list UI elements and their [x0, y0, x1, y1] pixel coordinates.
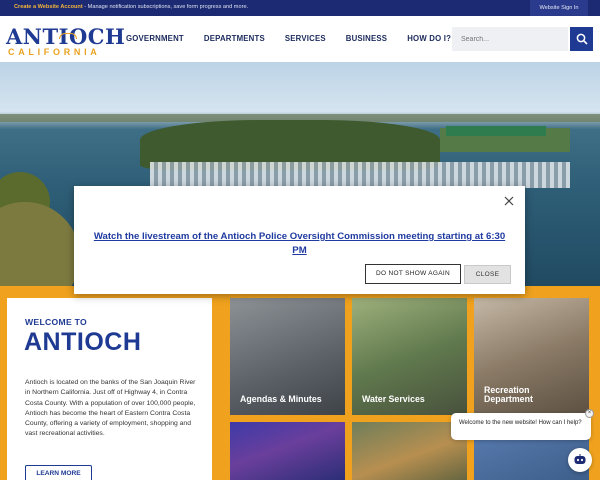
chat-greeting-bubble[interactable]: Welcome to the new website! How can I he… [451, 413, 591, 440]
chat-launcher-button[interactable] [568, 448, 592, 472]
chat-dismiss-button[interactable]: × [585, 409, 594, 418]
livestream-alert-modal: Watch the livestream of the Antioch Poli… [74, 186, 525, 294]
livestream-link[interactable]: Watch the livestream of the Antioch Poli… [88, 230, 511, 258]
do-not-show-again-button[interactable]: DO NOT SHOW AGAIN [365, 264, 461, 284]
modal-close-button[interactable]: CLOSE [464, 265, 511, 284]
modal-overlay: Watch the livestream of the Antioch Poli… [0, 0, 600, 480]
modal-close-icon[interactable] [502, 194, 516, 208]
chat-bot-icon [574, 454, 586, 464]
close-icon [504, 196, 514, 206]
